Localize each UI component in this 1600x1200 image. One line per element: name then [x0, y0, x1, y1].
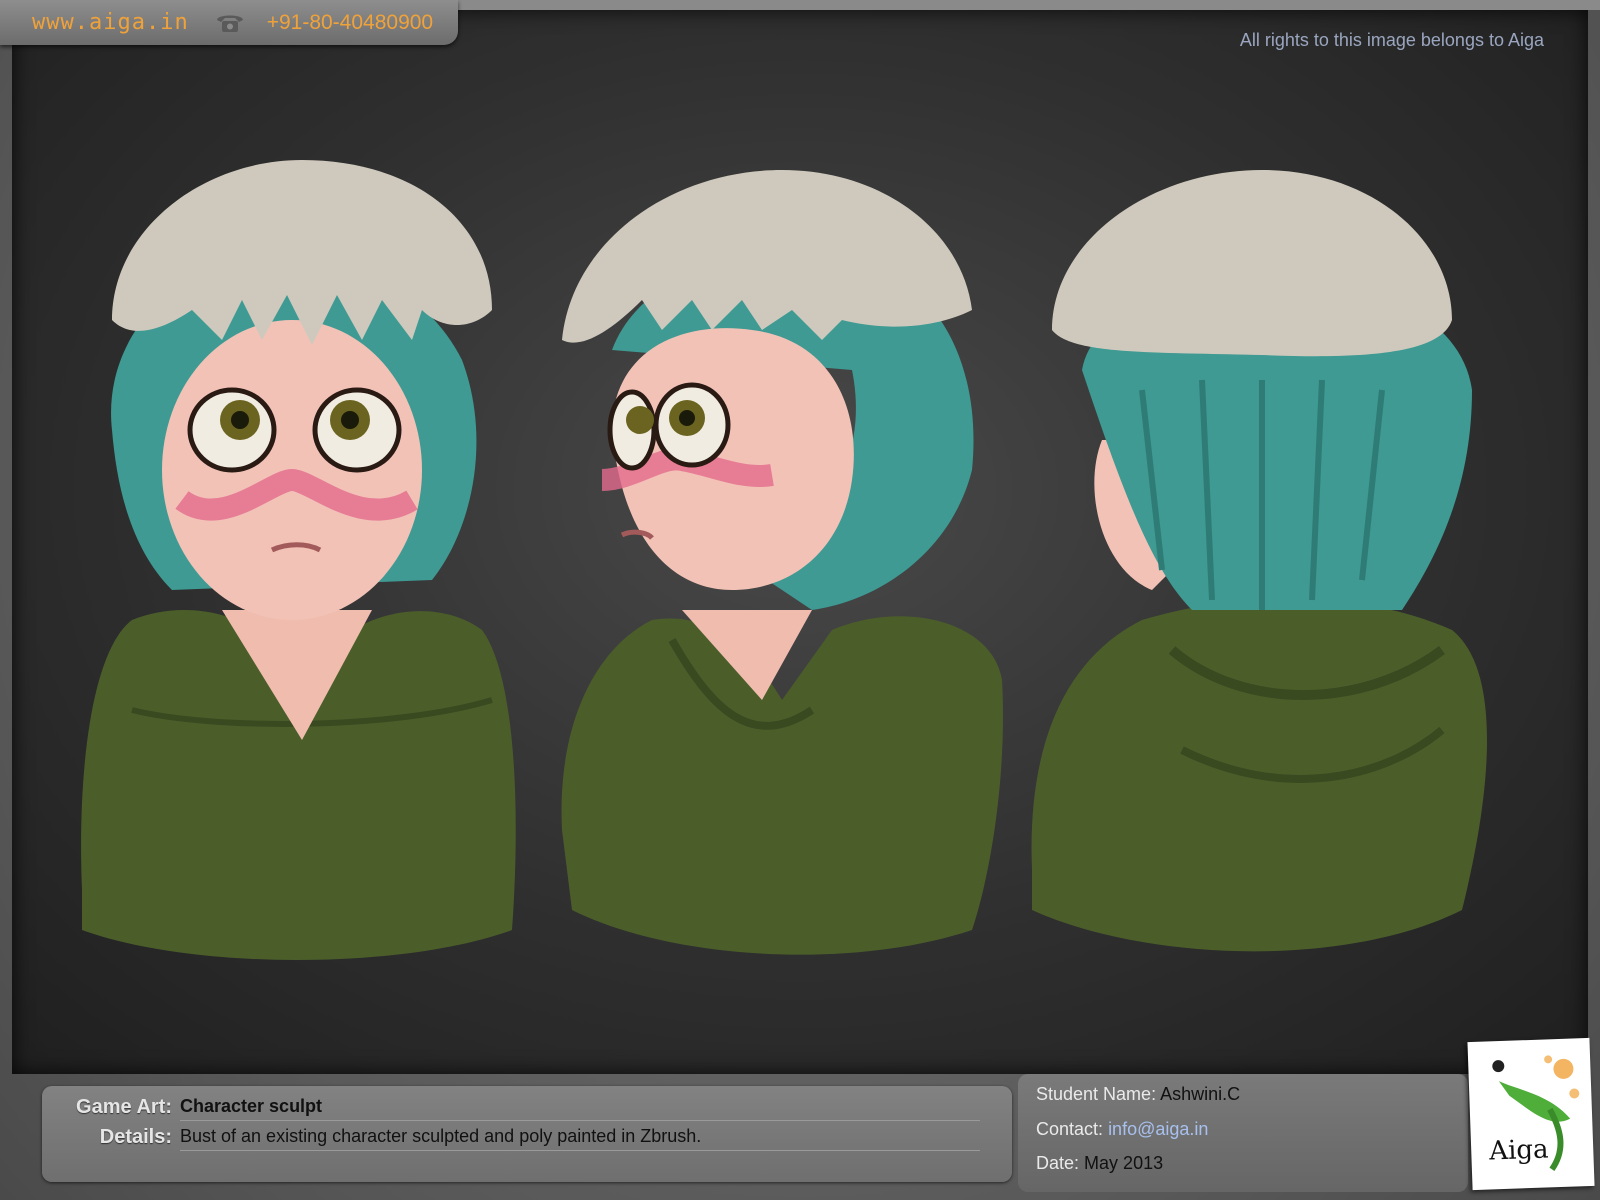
character-three-quarter-svg: [561, 170, 1003, 955]
details-label: Details:: [99, 1126, 172, 1148]
contact-label: Contact:: [1036, 1119, 1104, 1139]
student-name-value: Ashwini.C: [1160, 1084, 1241, 1104]
contact-row: Contact: info@aiga.in: [1036, 1119, 1208, 1140]
contact-email-link[interactable]: info@aiga.in: [1108, 1119, 1208, 1139]
render-three-quarter-view: [552, 10, 1012, 970]
aiga-logo: Aiga: [1467, 1037, 1595, 1191]
game-art-value: Character sculpt: [180, 1096, 980, 1121]
character-back-svg: [1031, 170, 1487, 952]
character-front-svg: [81, 160, 516, 960]
date-label: Date:: [1036, 1153, 1080, 1173]
date-value: May 2013: [1084, 1153, 1164, 1173]
render-front-view: [72, 10, 532, 970]
site-link[interactable]: www.aiga.in: [32, 10, 189, 35]
phone-number: +91-80-40480900: [266, 10, 434, 34]
student-panel: Student Name: Ashwini.C Contact: info@ai…: [1018, 1074, 1468, 1192]
details-value: Bust of an existing character sculpted a…: [180, 1126, 980, 1151]
date-row: Date: May 2013: [1036, 1153, 1163, 1174]
header-tab: www.aiga.in +91-80-40480900: [0, 0, 458, 45]
logo-text: Aiga: [1488, 1134, 1549, 1166]
game-art-row: Game Art: Character sculpt: [42, 1096, 1012, 1126]
details-row: Details: Bust of an existing character s…: [42, 1126, 1012, 1156]
student-name-row: Student Name: Ashwini.C: [1036, 1084, 1240, 1105]
details-panel: Game Art: Character sculpt Details: Bust…: [42, 1086, 1012, 1182]
student-name-label: Student Name:: [1036, 1084, 1157, 1104]
phone-icon: [215, 11, 245, 35]
render-viewport: All rights to this image belongs to Aiga: [12, 10, 1588, 1074]
game-art-label: Game Art:: [76, 1096, 172, 1118]
render-back-view: [1022, 10, 1502, 970]
